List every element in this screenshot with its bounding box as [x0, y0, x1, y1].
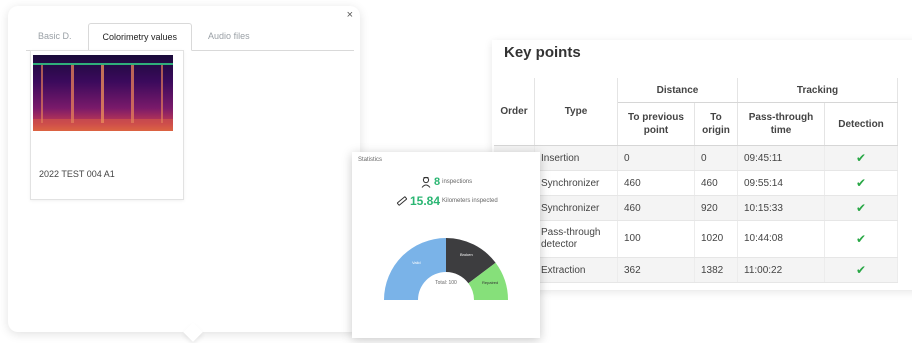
inspections-label: inspections — [442, 179, 473, 185]
statistics-title: Statistics — [358, 157, 383, 163]
tab-colorimetry-values[interactable]: Colorimetry values — [87, 23, 193, 51]
header-pass-through-time: Pass-through time — [737, 102, 825, 146]
cell-time: 09:45:11 — [737, 145, 825, 171]
cell-time: 10:44:08 — [737, 220, 825, 258]
table-row: 4 Pass-through detector 100 1020 10:44:0… — [494, 220, 898, 258]
check-icon: ✔ — [824, 195, 898, 221]
cell-time: 10:15:33 — [737, 195, 825, 221]
audio-file-label: 2022 TEST 004 A1 — [39, 169, 115, 179]
header-to-previous: To previous point — [617, 102, 695, 146]
cell-to-origin: 920 — [694, 195, 738, 221]
header-order: Order — [494, 78, 535, 146]
cell-type: Pass-through detector — [534, 220, 618, 258]
cell-to-origin: 1020 — [694, 220, 738, 258]
ruler-icon — [396, 196, 408, 206]
statistics-card: Statistics 8 inspections 15.84 Kilometer… — [352, 152, 540, 338]
cell-type: Synchronizer — [534, 195, 618, 221]
inspections-count: 8 — [434, 176, 441, 188]
cell-to-previous: 362 — [617, 257, 695, 283]
kilometers-value: 15.84 — [410, 194, 441, 208]
cell-to-origin: 1382 — [694, 257, 738, 283]
media-panel: × Basic D. Colorimetry values Audio file… — [8, 6, 360, 342]
cell-to-origin: 460 — [694, 170, 738, 196]
cell-to-previous: 100 — [617, 220, 695, 258]
inspections-stat: 8 inspections — [420, 176, 472, 188]
header-to-origin: To origin — [694, 102, 738, 146]
cell-time: 11:00:22 — [737, 257, 825, 283]
cell-type: Insertion — [534, 145, 618, 171]
header-distance: Distance — [617, 78, 738, 103]
key-points-panel: Key points Order Type Distance Tracking … — [492, 40, 912, 290]
cell-to-previous: 460 — [617, 170, 695, 196]
table-row: 3 Synchronizer 460 920 10:15:33 ✔ — [494, 195, 898, 221]
gauge-segment-valid — [384, 238, 446, 300]
tab-basic-data[interactable]: Basic D. — [26, 22, 84, 50]
cell-time: 09:55:14 — [737, 170, 825, 196]
check-icon: ✔ — [824, 220, 898, 258]
kilometers-label: Kilometers inspected — [442, 198, 498, 204]
key-points-title: Key points — [504, 44, 581, 61]
check-icon: ✔ — [824, 170, 898, 196]
gauge-label-repaired: Repaired — [482, 280, 498, 285]
header-tracking: Tracking — [737, 78, 898, 103]
condition-gauge: Valid Broken Repaired Total: 100 — [384, 238, 508, 300]
cell-type: Extraction — [534, 257, 618, 283]
check-icon: ✔ — [824, 257, 898, 283]
tab-bar: Basic D. Colorimetry values Audio files — [26, 18, 354, 51]
check-icon: ✔ — [824, 145, 898, 171]
table-row: 5 Extraction 362 1382 11:00:22 ✔ — [494, 257, 898, 283]
spectrogram-thumbnail — [33, 55, 173, 131]
gauge-total-label: Total: 100 — [435, 280, 457, 286]
inspector-icon — [421, 176, 431, 188]
gauge-label-broken: Broken — [460, 252, 473, 257]
kilometers-stat: 15.84 Kilometers inspected — [396, 194, 498, 208]
gauge-label-valid: Valid — [412, 260, 421, 265]
cell-to-previous: 0 — [617, 145, 695, 171]
header-type: Type — [534, 78, 618, 146]
cell-to-previous: 460 — [617, 195, 695, 221]
table-row: 2 Synchronizer 460 460 09:55:14 ✔ — [494, 170, 898, 196]
header-detection: Detection — [824, 102, 898, 146]
key-points-table: Order Type Distance Tracking To previous… — [494, 78, 898, 283]
popover-pointer — [183, 322, 203, 342]
cell-to-origin: 0 — [694, 145, 738, 171]
tab-audio-files[interactable]: Audio files — [196, 22, 262, 50]
table-row: 1 Insertion 0 0 09:45:11 ✔ — [494, 145, 898, 171]
audio-file-card[interactable]: 2022 TEST 004 A1 — [30, 50, 184, 200]
cell-type: Synchronizer — [534, 170, 618, 196]
